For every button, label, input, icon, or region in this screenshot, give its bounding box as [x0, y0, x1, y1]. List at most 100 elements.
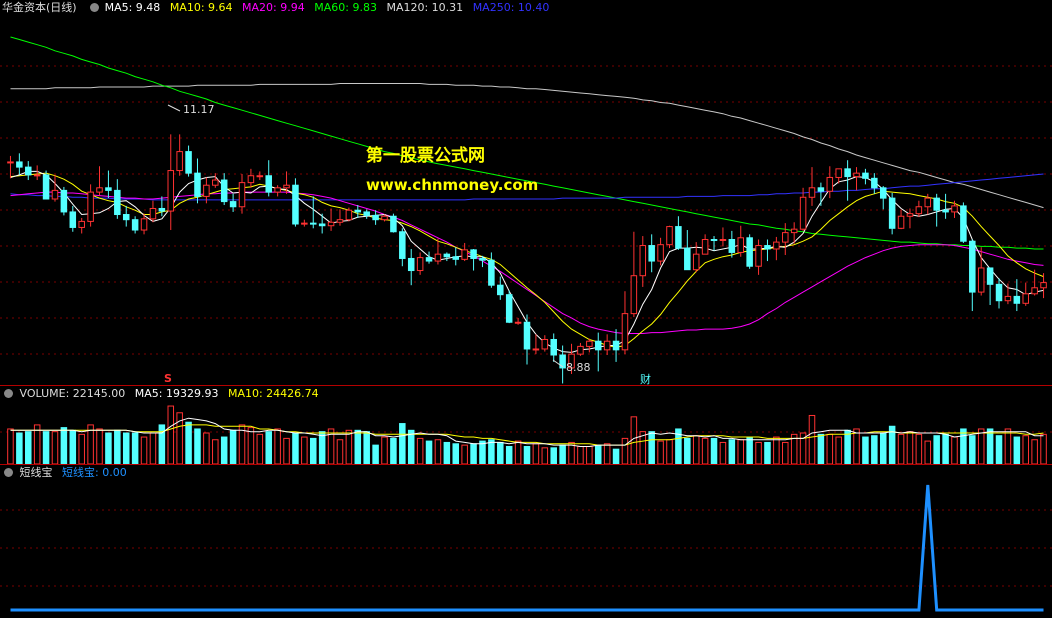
candle-body [327, 221, 335, 227]
candle-body [318, 223, 326, 227]
candle-body [871, 177, 878, 189]
volume-bar [256, 433, 264, 464]
candle-body [309, 222, 317, 225]
volume-bar [7, 428, 14, 464]
candle-body [790, 228, 798, 234]
volume-bar [140, 436, 148, 464]
volume-bar [479, 440, 486, 464]
candle-body [381, 215, 388, 221]
volume-bar [105, 432, 112, 464]
volume-bar [301, 436, 308, 464]
candle-body [42, 174, 50, 200]
candle-body [363, 211, 370, 216]
volume-bar [336, 439, 344, 464]
volume-bar [274, 428, 281, 464]
candle-body [434, 253, 442, 262]
candle-body [577, 345, 584, 355]
candle-body [888, 197, 896, 229]
volume-bar [96, 428, 103, 464]
candle-body [639, 245, 647, 277]
volume-bar [185, 421, 192, 464]
candle-body [452, 256, 460, 260]
volume-bar [345, 429, 353, 464]
volume-bar [194, 428, 201, 464]
candle-body [283, 184, 290, 189]
candle-body [879, 187, 887, 199]
volume-bar [532, 443, 540, 464]
candle-body [666, 226, 673, 246]
candle-body [1013, 295, 1021, 304]
candle-body [977, 267, 985, 293]
candle-body [960, 205, 967, 242]
candle-body [301, 222, 308, 225]
candle-body [265, 175, 272, 193]
volume-bar [434, 439, 442, 464]
volume-bar [363, 431, 370, 464]
candle-body [78, 220, 85, 228]
candle-body [354, 209, 362, 213]
candle-body [648, 245, 655, 262]
candle-body [461, 249, 468, 260]
volume-chart[interactable] [0, 386, 1052, 464]
volume-bar [470, 443, 477, 464]
candle-body [826, 176, 834, 192]
volume-bar [390, 437, 397, 464]
volume-bar [1031, 439, 1038, 464]
candle-body [114, 189, 121, 216]
candle-body [657, 244, 664, 262]
volume-bar [399, 423, 406, 464]
volume-bar [728, 439, 736, 464]
candle-body [443, 253, 451, 258]
volume-bar [915, 433, 923, 464]
candle-body [586, 340, 593, 347]
volume-bar [684, 437, 691, 464]
volume-bar [986, 428, 994, 464]
candle-body [158, 207, 166, 212]
candle-body [942, 209, 949, 213]
candle-body [274, 187, 281, 193]
volume-bar [844, 429, 851, 464]
candle-body [497, 284, 504, 296]
candle-body [986, 267, 994, 285]
volume-bar [586, 445, 593, 464]
volume-bar [710, 437, 718, 464]
volume-bar [826, 433, 834, 464]
volume-bar [746, 436, 753, 464]
candle-body [87, 191, 94, 222]
candle-body [1022, 293, 1029, 304]
indicator-chart[interactable] [0, 465, 1052, 618]
candle-body [603, 340, 611, 351]
volume-bar [372, 444, 379, 464]
signal-s-marker: S [164, 372, 172, 385]
volume-ma10-line [10, 424, 1044, 446]
ma20-line [10, 191, 1044, 334]
volume-bar [60, 427, 68, 464]
volume-bar [737, 439, 745, 464]
volume-bar [879, 432, 887, 464]
volume-bar [1040, 433, 1047, 464]
candle-body [737, 237, 745, 253]
candle-body [25, 166, 32, 176]
candle-body [167, 170, 175, 212]
candle-body [60, 189, 68, 213]
volume-panel: VOLUME: 22145.00 MA5: 19329.93 MA10: 244… [0, 386, 1052, 465]
candle-body [1004, 295, 1012, 302]
volume-bar [425, 440, 433, 464]
candle-body [808, 187, 816, 198]
candle-body [951, 205, 958, 213]
candle-body [746, 237, 753, 267]
price-panel: 华金资本(日线) MA5: 9.48 MA10: 9.64 MA20: 9.94… [0, 0, 1052, 386]
volume-bar [977, 428, 985, 464]
volume-bar [773, 436, 780, 464]
signal-cai-marker: 财 [640, 373, 651, 386]
indicator-panel: 短线宝 短线宝: 0.00 [0, 465, 1052, 618]
candle-body [799, 196, 807, 230]
volume-bar [1004, 428, 1012, 464]
candle-body [773, 241, 780, 250]
volume-bar [354, 429, 362, 464]
candle-body [532, 348, 540, 351]
volume-bar [514, 440, 522, 464]
candle-body [710, 239, 718, 242]
volume-bar [461, 444, 468, 464]
volume-bar [131, 432, 139, 464]
